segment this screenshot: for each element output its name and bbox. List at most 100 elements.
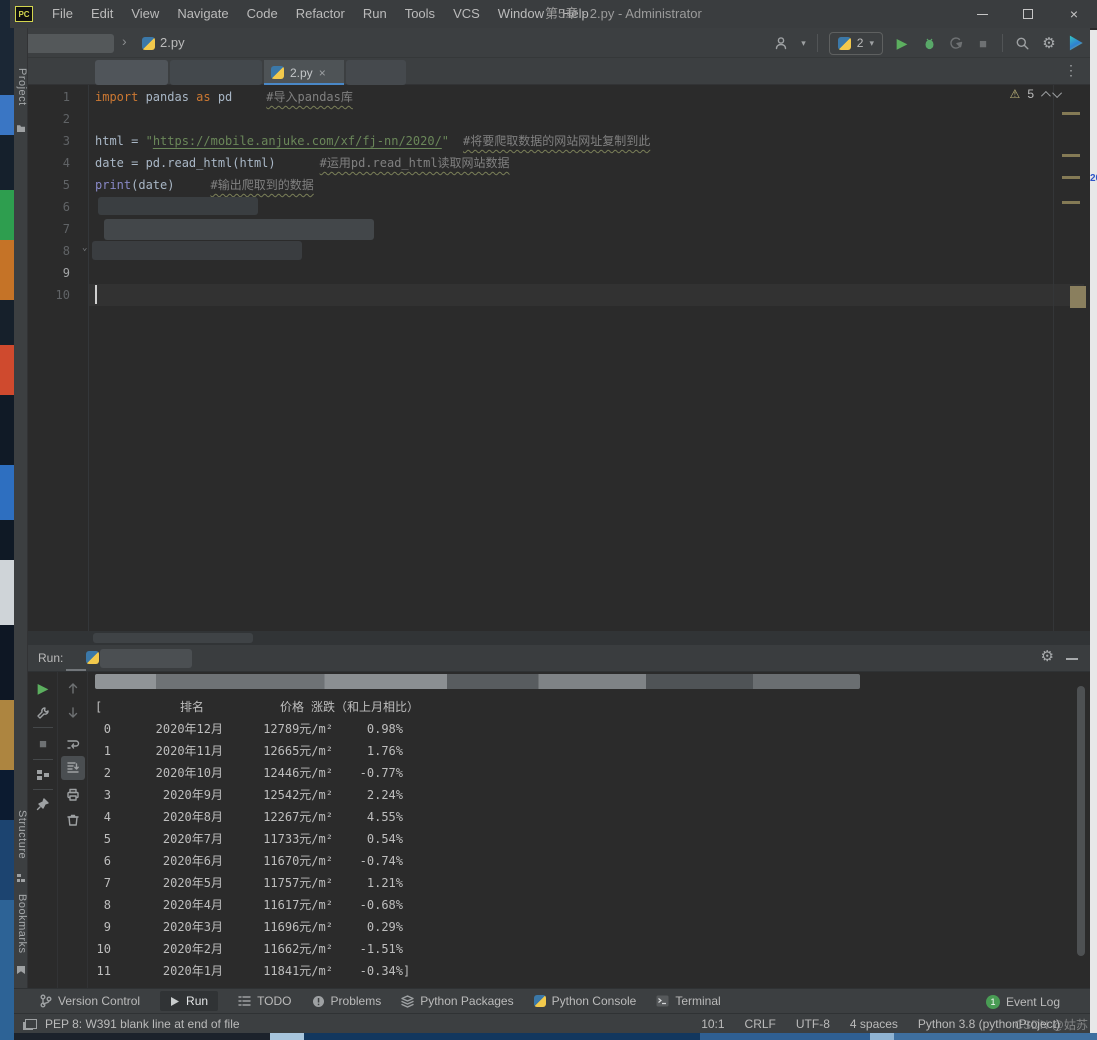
run-settings-gear-icon[interactable]: ⚙ — [1041, 649, 1054, 664]
toolwindow-problems[interactable]: Problems — [312, 994, 382, 1008]
stop-process-button[interactable]: ■ — [35, 735, 51, 751]
menu-refactor[interactable]: Refactor — [287, 0, 354, 28]
tab-redacted[interactable] — [170, 60, 262, 85]
gutter-divider — [88, 85, 89, 631]
run-config-selector[interactable]: 2 ▾ — [829, 32, 883, 55]
cell-price: 11662元/m² — [223, 938, 333, 960]
error-stripe-caret-thumb[interactable] — [1070, 286, 1086, 308]
menu-file[interactable]: File — [43, 0, 82, 28]
soft-wrap-icon[interactable] — [65, 736, 81, 752]
settings-gear-icon[interactable]: ⚙ — [1041, 35, 1057, 51]
tab-active-2py[interactable]: 2.py × — [264, 60, 344, 85]
cell-index: 1 — [95, 740, 111, 762]
column-change: 涨跌（和上月相比） — [311, 696, 419, 718]
background-window-text: 20 — [1090, 173, 1097, 184]
token-print: print — [95, 178, 131, 192]
close-button[interactable]: × — [1051, 0, 1097, 28]
debug-button[interactable] — [921, 35, 937, 51]
toolwindow-python-packages[interactable]: Python Packages — [401, 994, 513, 1008]
event-log-badge: 1 — [986, 995, 1000, 1009]
maximize-button[interactable] — [1005, 0, 1051, 28]
plugin-brand-icon[interactable] — [1068, 35, 1084, 51]
clear-all-trash-icon[interactable] — [65, 812, 81, 828]
toolwindow-run[interactable]: Run — [160, 991, 218, 1011]
error-stripe-mark[interactable] — [1062, 201, 1080, 204]
menu-view[interactable]: View — [122, 0, 168, 28]
sidebar-item-structure[interactable]: Structure — [14, 810, 28, 859]
error-stripe-mark[interactable] — [1062, 154, 1080, 157]
tab-redacted[interactable] — [346, 60, 406, 85]
menu-navigate[interactable]: Navigate — [168, 0, 237, 28]
window-stack-icon[interactable] — [25, 1019, 37, 1029]
down-stacktrace-icon[interactable] — [65, 705, 81, 721]
sidebar-item-bookmarks[interactable]: Bookmarks — [14, 894, 28, 954]
wrench-icon[interactable] — [35, 705, 51, 721]
token-quote: " — [442, 134, 449, 148]
menu-run[interactable]: Run — [354, 0, 396, 28]
toolwindow-version-control[interactable]: Version Control — [40, 994, 140, 1008]
window-title: 第5章 - 2.py - Administrator — [545, 0, 702, 28]
menu-vcs[interactable]: VCS — [444, 0, 489, 28]
restore-layout-icon[interactable] — [35, 767, 51, 783]
cell-change: 0.29% — [333, 916, 403, 938]
users-icon[interactable] — [774, 35, 790, 51]
run-minimize-icon[interactable] — [1066, 658, 1078, 660]
search-everywhere-icon[interactable] — [1014, 35, 1030, 51]
toolwindow-label: Python Packages — [420, 994, 513, 1008]
next-warning-icon[interactable] — [1052, 88, 1062, 98]
cell-index: 7 — [95, 872, 111, 894]
run-button[interactable]: ▶ — [894, 35, 910, 51]
breadcrumb-file[interactable]: 2.py — [160, 35, 185, 50]
rerun-button[interactable]: ▶ — [35, 680, 51, 696]
caret-position[interactable]: 10:1 — [701, 1017, 724, 1031]
toolwindow-event-log[interactable]: 1 Event Log — [986, 989, 1060, 1014]
tab-redacted[interactable] — [95, 60, 168, 85]
menu-code[interactable]: Code — [238, 0, 287, 28]
editor-gutter: 12345678910 — [28, 86, 80, 306]
prev-warning-icon[interactable] — [1041, 90, 1051, 100]
cell-change: 1.21% — [333, 872, 403, 894]
cell-price: 12267元/m² — [223, 806, 333, 828]
cell-date: 2020年11月 — [111, 740, 223, 762]
menu-edit[interactable]: Edit — [82, 0, 122, 28]
indent-setting[interactable]: 4 spaces — [850, 1017, 898, 1031]
minimize-button[interactable] — [959, 0, 1005, 28]
up-stacktrace-icon[interactable] — [65, 680, 81, 696]
console-table-rows: 0 2020年12月 12789元/m² 0.98% 1 2020年11月 12… — [95, 718, 403, 982]
coverage-button[interactable] — [948, 35, 964, 51]
table-row: 6 2020年6月 11670元/m² -0.74% — [95, 850, 403, 872]
comment-line-4: #运用pd.read_html读取网站数据 — [320, 156, 510, 170]
file-encoding[interactable]: UTF-8 — [796, 1017, 830, 1031]
menu-window[interactable]: Window — [489, 0, 553, 28]
line-ending[interactable]: CRLF — [745, 1017, 776, 1031]
pin-icon[interactable] — [35, 796, 51, 812]
stop-button[interactable]: ■ — [975, 35, 991, 51]
table-row: 5 2020年7月 11733元/m² 0.54% — [95, 828, 403, 850]
menu-tools[interactable]: Tools — [396, 0, 444, 28]
code-editor[interactable]: 12345678910 import pandas as pd#导入pandas… — [28, 85, 1090, 631]
line-number: 7 — [28, 218, 80, 240]
token-url-string[interactable]: https://mobile.anjuke.com/xf/fj-nn/2020/ — [153, 134, 442, 148]
inspections-widget[interactable]: ⚠ 5 — [1010, 87, 1062, 101]
error-stripe-mark[interactable] — [1062, 112, 1080, 115]
toolwindow-terminal[interactable]: Terminal — [656, 994, 720, 1008]
branch-icon — [40, 994, 52, 1008]
tab-label: 2.py — [290, 66, 313, 80]
print-icon[interactable] — [65, 787, 81, 803]
error-stripe-mark[interactable] — [1062, 176, 1080, 179]
tab-close-icon[interactable]: × — [319, 66, 326, 80]
toolwindow-python-console[interactable]: Python Console — [534, 994, 637, 1008]
background-window-strip: 20 — [1090, 30, 1097, 1033]
tab-options-icon[interactable]: ⋮ — [1064, 62, 1078, 79]
console-scrollbar[interactable] — [1077, 686, 1085, 956]
python-interpreter[interactable]: Python 3.8 (pythonProject) — [918, 1017, 1060, 1031]
run-tab-redacted[interactable] — [100, 649, 192, 668]
scroll-to-end-icon[interactable] — [65, 760, 81, 776]
run-console-output[interactable]: [ 排名 价格 涨跌（和上月相比） 0 2020年12月 12789元/m² 0… — [88, 672, 1090, 988]
command-line-redacted — [95, 674, 860, 689]
sidebar-item-project[interactable]: Project — [14, 68, 28, 106]
fold-marker-icon[interactable]: ⌄ — [82, 243, 87, 253]
toolwindow-todo[interactable]: TODO — [238, 994, 291, 1008]
cell-price: 12665元/m² — [223, 740, 333, 762]
editor-run-divider[interactable] — [28, 631, 1090, 645]
